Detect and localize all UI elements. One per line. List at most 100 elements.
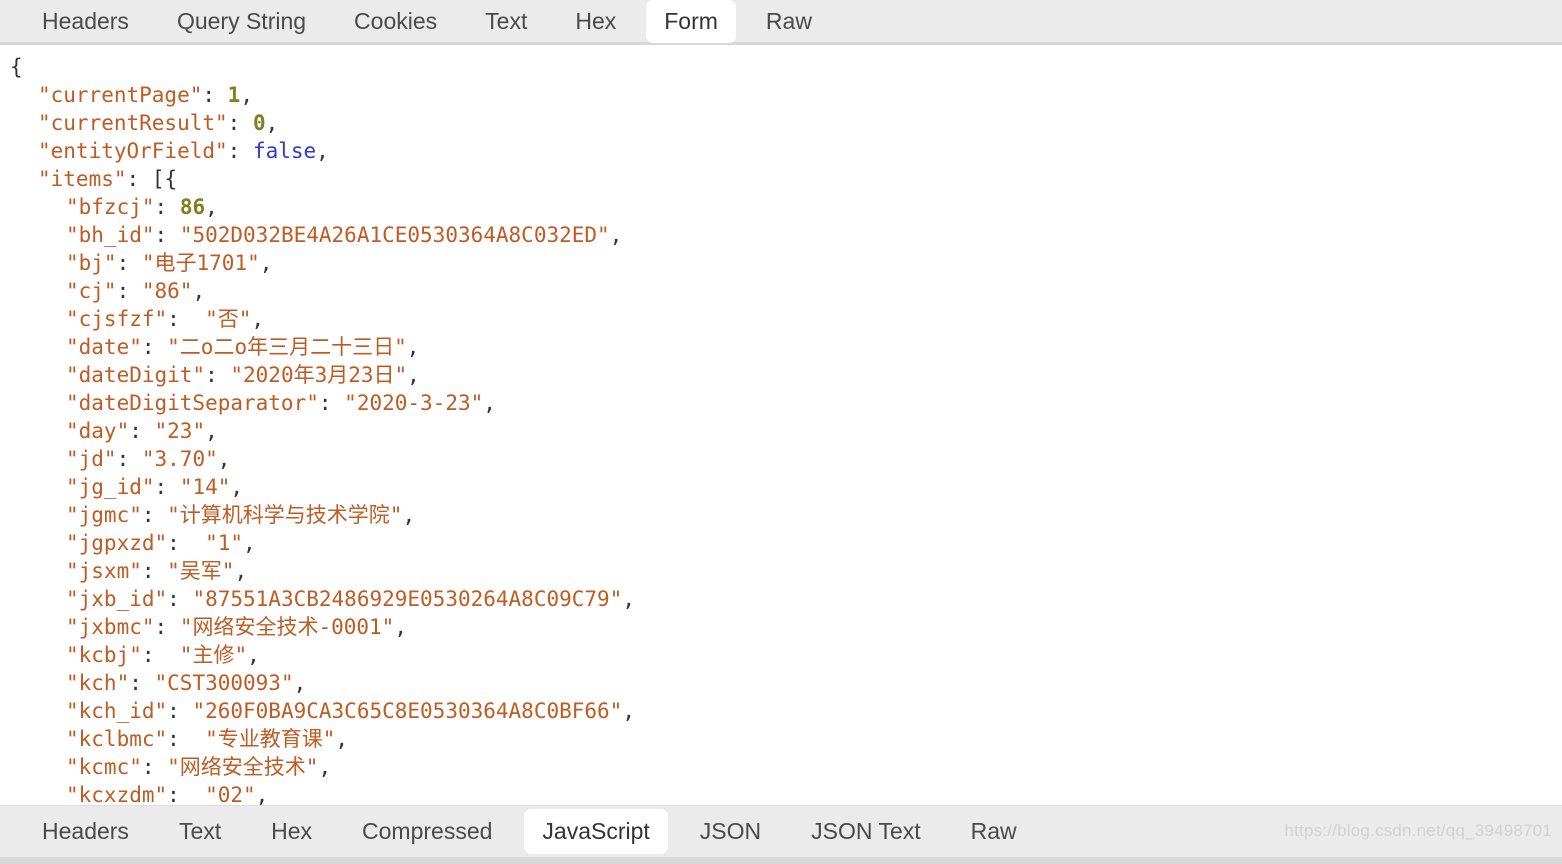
tab-request-raw[interactable]: Raw: [748, 0, 830, 43]
json-comma: ,: [255, 783, 269, 805]
json-comma: ,: [243, 531, 256, 555]
json-punctuation: :: [227, 139, 253, 163]
response-view-tabbar[interactable]: Headers Text Hex Compressed JavaScript JSON JS…: [0, 805, 1562, 864]
response-tab-list[interactable]: Headers Text Hex Compressed JavaScript JSON JS…: [24, 809, 1049, 854]
json-string-value: "吴军": [167, 559, 235, 583]
json-line: "jsxm": "吴军",: [0, 557, 1562, 585]
json-punctuation: :: [167, 307, 206, 331]
json-comma: ,: [407, 363, 420, 387]
json-key: "kcxzdm": [66, 783, 168, 805]
json-comma: ,: [240, 83, 253, 107]
json-key: "jxbmc": [66, 615, 155, 639]
tab-request-text[interactable]: Text: [467, 0, 545, 43]
tab-response-headers[interactable]: Headers: [24, 809, 147, 854]
tab-response-text[interactable]: Text: [161, 809, 239, 854]
tab-response-json-text[interactable]: JSON Text: [793, 809, 939, 854]
json-line: "jxb_id": "87551A3CB2486929E0530264A8C09…: [0, 585, 1562, 613]
json-line: "day": "23",: [0, 417, 1562, 445]
tab-request-cookies[interactable]: Cookies: [336, 0, 455, 43]
json-comma: ,: [622, 587, 635, 611]
json-key: "day": [66, 419, 130, 443]
json-string-value: "二o二o年三月二十三日": [167, 335, 407, 359]
json-key: "items": [38, 167, 127, 191]
json-string-value: "02": [205, 783, 256, 805]
tab-request-hex[interactable]: Hex: [557, 0, 634, 43]
json-string-value: "14": [179, 475, 231, 499]
json-key: "dateDigit": [66, 363, 206, 387]
request-body-pane[interactable]: {"currentPage": 1, "currentResult": 0, "en…: [0, 45, 1562, 805]
json-key: "bj": [66, 251, 117, 275]
tab-request-query-string[interactable]: Query String: [159, 0, 324, 43]
json-comma: ,: [234, 559, 248, 583]
json-line: "bfzcj": 86,: [0, 193, 1562, 221]
json-key: "cj": [66, 279, 117, 303]
json-line: "currentResult": 0,: [0, 109, 1562, 137]
json-punctuation: :: [167, 531, 206, 555]
json-punctuation: :: [116, 447, 142, 471]
tab-response-javascript[interactable]: JavaScript: [524, 809, 668, 854]
json-punctuation: :: [141, 335, 168, 359]
json-line: "bj": "电子1701",: [0, 249, 1562, 277]
json-key: "kch_id": [66, 699, 168, 723]
json-key: "kcbj": [66, 643, 142, 667]
json-string-value: "87551A3CB2486929E0530264A8C09C79": [192, 587, 623, 611]
json-punctuation: :: [141, 559, 168, 583]
json-punctuation: :: [141, 503, 168, 527]
http-inspector-window: Headers Query String Cookies Text Hex Form Raw…: [0, 0, 1562, 864]
json-line: "kclbmc": "专业教育课",: [0, 725, 1562, 753]
json-punctuation: :: [318, 391, 345, 415]
tab-response-hex[interactable]: Hex: [253, 809, 330, 854]
json-line: "cj": "86",: [0, 277, 1562, 305]
json-string-value: "网络安全技术": [167, 755, 319, 779]
json-line: "kch": "CST300093",: [0, 669, 1562, 697]
tab-request-headers[interactable]: Headers: [24, 0, 147, 43]
json-punctuation: :: [202, 83, 228, 107]
json-punctuation: :: [129, 419, 155, 443]
json-comma: ,: [622, 699, 635, 723]
json-punctuation: :: [116, 279, 142, 303]
json-string-value: "23": [154, 419, 206, 443]
tab-response-raw[interactable]: Raw: [953, 809, 1035, 854]
request-view-tabbar[interactable]: Headers Query String Cookies Text Hex Form Raw: [0, 0, 1562, 45]
json-comma: ,: [230, 475, 244, 499]
json-line: "jg_id": "14",: [0, 473, 1562, 501]
json-key: "jgpxzd": [66, 531, 168, 555]
json-comma: ,: [406, 335, 420, 359]
json-line: "currentPage": 1,: [0, 81, 1562, 109]
json-string-value: "2020-3-23": [344, 391, 484, 415]
json-line: "entityOrField": false,: [0, 137, 1562, 165]
json-punctuation: :: [141, 755, 168, 779]
json-punctuation: :: [167, 587, 193, 611]
json-key: "jgmc": [66, 503, 142, 527]
json-boolean-value: false: [252, 139, 317, 163]
json-punctuation: :: [154, 615, 180, 639]
json-punctuation: :: [167, 699, 193, 723]
json-punctuation: :: [167, 727, 206, 751]
json-line: "date": "二o二o年三月二十三日",: [0, 333, 1562, 361]
json-key: "kcmc": [66, 755, 142, 779]
tab-response-json[interactable]: JSON: [682, 809, 779, 854]
json-key: "entityOrField": [38, 139, 228, 163]
json-line: "jgpxzd": "1",: [0, 529, 1562, 557]
json-key: "jsxm": [66, 559, 142, 583]
json-comma: ,: [265, 111, 279, 135]
json-line: "bh_id": "502D032BE4A26A1CE0530364A8C032…: [0, 221, 1562, 249]
json-punctuation: {: [10, 55, 23, 79]
json-key: "date": [66, 335, 142, 359]
tab-response-compressed[interactable]: Compressed: [344, 809, 510, 854]
json-comma: ,: [259, 251, 273, 275]
json-punctuation: :: [154, 223, 180, 247]
json-key: "currentPage": [38, 83, 203, 107]
json-punctuation: :: [116, 251, 142, 275]
json-comma: ,: [316, 139, 329, 163]
json-string-value: "CST300093": [154, 671, 294, 695]
json-string-value: "2020年3月23日": [230, 363, 408, 387]
json-number-value: 0: [252, 111, 266, 135]
json-key: "cjsfzf": [66, 307, 168, 331]
json-comma: ,: [609, 223, 623, 247]
json-string-value: "86": [141, 279, 193, 303]
request-tab-list[interactable]: Headers Query String Cookies Text Hex Form Raw: [24, 0, 842, 43]
tab-request-form[interactable]: Form: [646, 0, 736, 43]
json-comma: ,: [251, 307, 265, 331]
json-key: "kclbmc": [66, 727, 168, 751]
